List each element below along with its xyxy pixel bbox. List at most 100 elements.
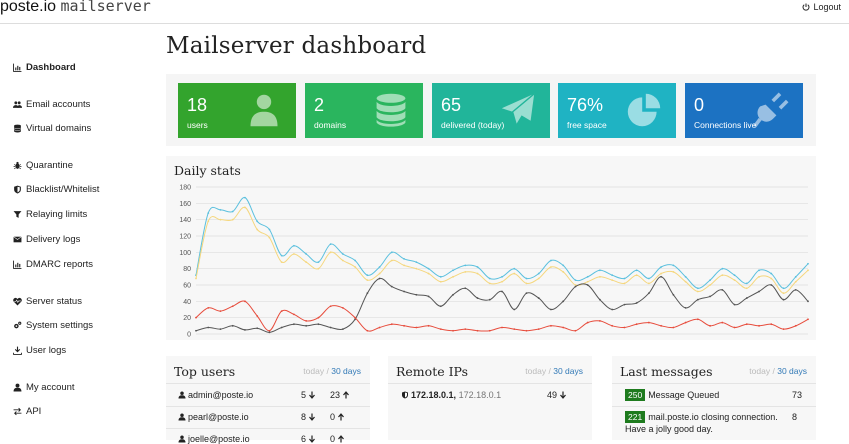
data-point bbox=[390, 323, 393, 326]
user-icon bbox=[178, 391, 186, 399]
table-row[interactable]: admin@poste.io bbox=[178, 390, 253, 400]
sidebar-item-label: Relaying limits bbox=[26, 209, 88, 220]
sidebar-item-server-status[interactable]: Server status bbox=[13, 296, 82, 307]
data-point bbox=[317, 323, 320, 326]
data-point bbox=[745, 287, 748, 290]
table-row[interactable]: joelle@poste.io bbox=[178, 434, 250, 444]
data-point bbox=[562, 271, 565, 273]
data-point bbox=[696, 318, 699, 321]
bug-icon bbox=[13, 161, 22, 170]
data-point bbox=[439, 305, 442, 308]
brand-logo[interactable]: poste.io mailserver bbox=[0, 0, 151, 16]
arrow-up-icon bbox=[343, 391, 349, 399]
data-point bbox=[366, 274, 369, 277]
data-point bbox=[794, 289, 797, 291]
data-point bbox=[599, 269, 601, 272]
sent-value: 6 bbox=[301, 434, 307, 444]
data-point bbox=[464, 287, 467, 290]
sidebar-item-virtual-domains[interactable]: Virtual domains bbox=[13, 123, 91, 134]
data-point bbox=[513, 272, 516, 275]
tile-free-space[interactable]: 76% free space bbox=[558, 83, 676, 138]
data-point bbox=[501, 326, 503, 329]
data-point bbox=[758, 324, 760, 327]
cogs-icon bbox=[14, 321, 22, 329]
sidebar-item-my-account[interactable]: My account bbox=[13, 382, 75, 393]
last-messages-card: Last messages today / 30 days 250 Message… bbox=[612, 356, 816, 440]
user-icon bbox=[178, 413, 186, 421]
data-point bbox=[207, 220, 210, 223]
range-today-link[interactable]: today bbox=[525, 366, 546, 376]
received-value: 23 bbox=[330, 390, 341, 400]
range-today-link[interactable]: today bbox=[749, 366, 770, 376]
range-today-link[interactable]: today bbox=[303, 366, 324, 376]
table-row[interactable]: 250 Message Queued bbox=[625, 389, 719, 401]
data-point bbox=[623, 326, 626, 329]
data-point bbox=[721, 267, 724, 270]
tile-users[interactable]: 18 users bbox=[178, 83, 296, 138]
tile-label: delivered (today) bbox=[441, 120, 505, 130]
range-30-days-link[interactable]: 30 days bbox=[777, 366, 807, 376]
sidebar-item-relaying-limits[interactable]: Relaying limits bbox=[13, 209, 87, 220]
data-point bbox=[709, 284, 711, 286]
data-point bbox=[231, 324, 234, 327]
table-row[interactable]: 221 mail.poste.io closing connection. bbox=[625, 411, 778, 423]
range-30-days-link[interactable]: 30 days bbox=[331, 366, 361, 376]
data-point bbox=[562, 300, 565, 303]
data-point bbox=[623, 303, 626, 306]
logout-button[interactable]: Logout bbox=[802, 2, 841, 12]
sidebar-item-email-accounts[interactable]: Email accounts bbox=[13, 99, 90, 110]
bar-chart-icon bbox=[13, 260, 22, 269]
sidebar-item-blacklist-whitelist[interactable]: Blacklist/Whitelist bbox=[13, 184, 99, 195]
remote-ips-range: today / 30 days bbox=[525, 366, 583, 376]
data-point bbox=[354, 266, 357, 268]
received-count: 0 bbox=[330, 412, 345, 422]
remote-ips-title: Remote IPs bbox=[396, 364, 469, 379]
sidebar-item-label: Email accounts bbox=[26, 99, 91, 110]
data-point bbox=[513, 267, 516, 270]
data-point bbox=[807, 269, 809, 272]
data-point bbox=[256, 327, 259, 330]
stat-tiles-panel: 18 users 2 domains 65 delivered (today) … bbox=[166, 74, 816, 146]
sidebar-item-api[interactable]: API bbox=[13, 406, 41, 417]
top-users-title: Top users bbox=[174, 364, 236, 379]
sidebar-item-user-logs[interactable]: User logs bbox=[13, 345, 66, 356]
data-point bbox=[684, 275, 687, 278]
daily-stats-chart: 0 20 40 60 80 100 120 140 160 180 bbox=[179, 185, 809, 339]
sidebar-item-quarantine[interactable]: Quarantine bbox=[13, 160, 73, 171]
range-30-days-link[interactable]: 30 days bbox=[553, 366, 583, 376]
data-point bbox=[807, 262, 809, 265]
sidebar-item-dashboard[interactable]: Dashboard bbox=[13, 62, 76, 73]
data-point bbox=[782, 298, 785, 301]
data-point bbox=[611, 308, 614, 311]
data-point bbox=[415, 267, 418, 270]
sidebar-item-dmarc-reports[interactable]: DMARC reports bbox=[13, 259, 93, 270]
data-point bbox=[672, 326, 675, 329]
table-row[interactable]: pearl@poste.io bbox=[178, 412, 249, 422]
data-point bbox=[501, 280, 503, 283]
data-point bbox=[476, 329, 479, 332]
data-point bbox=[525, 277, 528, 280]
sidebar-item-system-settings[interactable]: System settings bbox=[13, 320, 93, 331]
data-point bbox=[574, 285, 577, 288]
data-point bbox=[354, 316, 357, 319]
data-point bbox=[660, 275, 663, 278]
arrow-down-icon bbox=[309, 391, 315, 399]
data-point bbox=[378, 326, 381, 329]
sidebar-item-delivery-logs[interactable]: Delivery logs bbox=[13, 234, 80, 245]
table-row[interactable]: 172.18.0.1, 172.18.0.1 bbox=[401, 390, 501, 400]
data-point bbox=[415, 326, 418, 329]
y-tick-label: 140 bbox=[179, 217, 191, 224]
data-point bbox=[354, 259, 357, 262]
message-text: Message Queued bbox=[648, 390, 720, 400]
tile-label: free space bbox=[567, 120, 607, 130]
y-tick-label: 160 bbox=[179, 201, 191, 208]
data-point bbox=[280, 326, 283, 329]
tile-delivered[interactable]: 65 delivered (today) bbox=[432, 83, 550, 138]
tile-domains[interactable]: 2 domains bbox=[305, 83, 423, 138]
tile-connections[interactable]: 0 Connections live bbox=[685, 83, 803, 138]
sent-count: 5 bbox=[301, 390, 316, 400]
data-point bbox=[403, 290, 405, 293]
y-tick-label: 180 bbox=[179, 185, 191, 192]
sent-count: 6 bbox=[301, 434, 316, 444]
paper-plane-icon bbox=[501, 93, 535, 125]
